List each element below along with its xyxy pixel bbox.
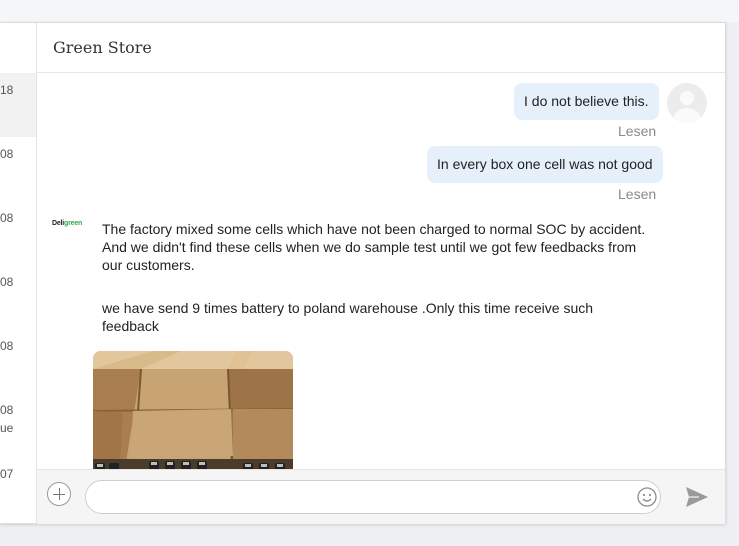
message-photo[interactable] (93, 351, 293, 469)
chat-header: Green Store (37, 23, 725, 73)
send-icon[interactable] (685, 486, 709, 508)
user-avatar-icon (667, 83, 707, 123)
message-composer (37, 469, 725, 524)
conversation-list: 18 08 08 08 08 08 ue 07 (0, 23, 37, 523)
plus-icon[interactable] (47, 482, 71, 506)
outgoing-message: I do not believe this. (514, 83, 659, 120)
read-status: Lesen (618, 186, 657, 202)
message-list: I do not believe this. Lesen In every bo… (37, 73, 725, 469)
conversation-time: 08 (0, 339, 14, 353)
conversation-time: 07 (0, 467, 14, 481)
logo-text-green: green (64, 220, 83, 227)
conversation-time: 08 (0, 211, 14, 225)
conversation-time: 18 (0, 83, 14, 97)
conversation-time: 08 (0, 147, 14, 161)
store-logo: Deligreen (52, 220, 88, 238)
smiley-icon[interactable] (637, 487, 657, 507)
conversation-time: 08 (0, 275, 14, 289)
outgoing-message: In every box one cell was not good (427, 146, 663, 183)
conversation-time: 08 (0, 403, 14, 417)
message-input[interactable] (85, 480, 661, 514)
top-strip (0, 0, 739, 22)
conversation-snippet: ue (0, 421, 14, 435)
cardboard-box-image (93, 351, 293, 469)
incoming-message: The factory mixed some cells which have … (102, 221, 646, 273)
chat-title: Green Store (53, 38, 152, 57)
read-status: Lesen (618, 123, 657, 139)
logo-text: Deli (52, 220, 65, 227)
chat-window: 18 08 08 08 08 08 ue 07 Green Store I do… (0, 22, 726, 524)
incoming-message: we have send 9 times battery to poland w… (102, 300, 594, 334)
